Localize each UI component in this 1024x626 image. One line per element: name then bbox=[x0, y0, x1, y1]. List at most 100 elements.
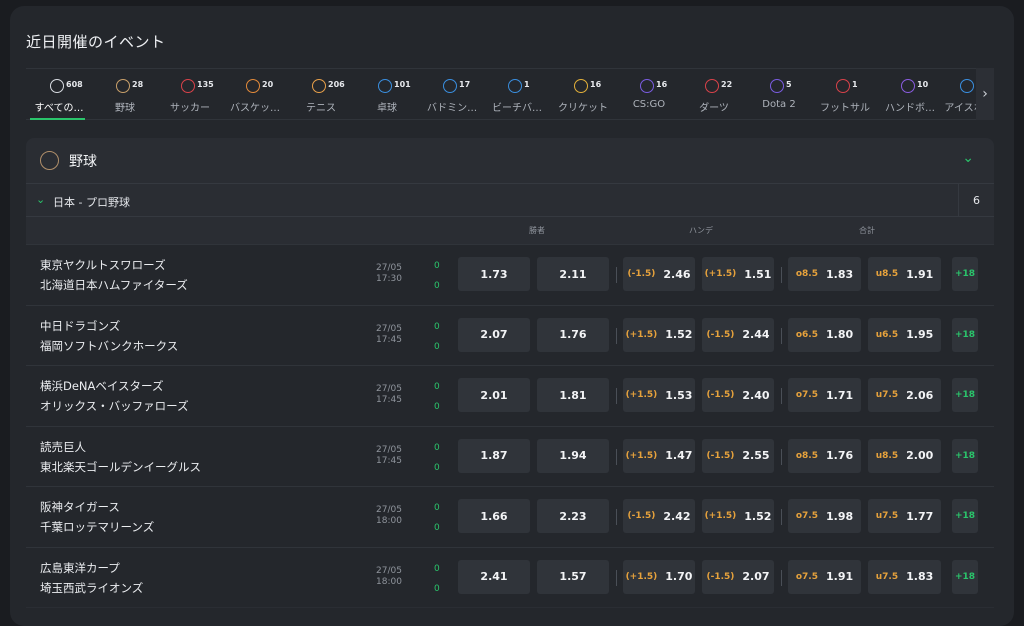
home-team[interactable]: 読売巨人 bbox=[40, 439, 86, 455]
tab-csgo[interactable]: 16 CS:GO bbox=[616, 69, 682, 120]
odds-home-win[interactable]: 1.87 bbox=[458, 438, 530, 473]
tab-beach-volleyball[interactable]: 1 ビーチバ… bbox=[484, 69, 550, 120]
odds-under[interactable]: u7.5 1.83 bbox=[868, 559, 941, 594]
total-odds: 1.91 bbox=[826, 570, 854, 583]
chevron-down-icon[interactable]: ⌄ bbox=[962, 150, 974, 166]
table-row: 阪神タイガース 千葉ロッテマリーンズ 27/05 18:00 0 0 1.66 2.23 (-1… bbox=[26, 486, 994, 547]
odds-under[interactable]: u6.5 1.95 bbox=[868, 317, 941, 352]
odds-over[interactable]: o8.5 1.83 bbox=[788, 257, 861, 291]
home-score: 0 bbox=[434, 563, 440, 574]
tab-label: テニス bbox=[306, 103, 336, 114]
tab-label: すべての… bbox=[34, 103, 84, 114]
tab-label: フットサル bbox=[820, 103, 870, 114]
handicap-line: (+1.5) bbox=[625, 390, 658, 400]
home-team[interactable]: 阪神タイガース bbox=[40, 499, 120, 515]
away-team[interactable]: 福岡ソフトバンクホークス bbox=[40, 338, 178, 354]
tab-basketball[interactable]: 20 バスケッ… bbox=[222, 69, 288, 120]
tab-baseball[interactable]: 28 野球 bbox=[92, 69, 158, 120]
odds-handicap-away[interactable]: (-1.5) 2.44 bbox=[702, 317, 774, 352]
more-markets-button[interactable]: +18 bbox=[952, 378, 978, 412]
ice-hockey-icon bbox=[960, 79, 974, 93]
more-markets-button[interactable]: +18 bbox=[952, 559, 978, 594]
tab-az[interactable]: 608 すべての… bbox=[26, 69, 92, 120]
tab-badminton[interactable]: 17 バドミン… bbox=[419, 69, 485, 120]
odds-home-win[interactable]: 1.73 bbox=[458, 257, 530, 291]
tab-table-tennis[interactable]: 101 卓球 bbox=[354, 69, 420, 120]
match-date: 27/05 bbox=[376, 384, 402, 394]
odds-over[interactable]: o7.5 1.91 bbox=[788, 559, 861, 594]
tab-soccer[interactable]: 135 サッカー bbox=[157, 69, 223, 120]
odds-under[interactable]: u7.5 2.06 bbox=[868, 378, 941, 412]
odds-handicap-home[interactable]: (+1.5) 1.47 bbox=[623, 438, 695, 473]
handicap-odds: 2.55 bbox=[742, 449, 770, 462]
home-team[interactable]: 横浜DeNAベイスターズ bbox=[40, 378, 163, 394]
away-team[interactable]: 東北楽天ゴールデンイーグルス bbox=[40, 459, 201, 475]
odds-over[interactable]: o7.5 1.98 bbox=[788, 499, 861, 533]
league-header[interactable]: ⌄ 日本 - プロ野球 6 bbox=[26, 183, 994, 217]
tab-label: 野球 bbox=[115, 103, 135, 114]
odds-home-win[interactable]: 2.01 bbox=[458, 378, 530, 412]
total-line: o6.5 bbox=[795, 329, 818, 340]
away-team[interactable]: 千葉ロッテマリーンズ bbox=[40, 519, 154, 535]
away-team[interactable]: 埼玉西武ライオンズ bbox=[40, 580, 143, 596]
odds-handicap-away[interactable]: (+1.5) 1.51 bbox=[702, 257, 774, 291]
tab-tennis[interactable]: 206 テニス bbox=[288, 69, 354, 120]
odds-handicap-away[interactable]: (-1.5) 2.40 bbox=[702, 378, 774, 412]
match-datetime: 27/05 17:45 bbox=[376, 384, 402, 406]
odds-handicap-home[interactable]: (-1.5) 2.42 bbox=[623, 499, 695, 533]
odds-away-win[interactable]: 1.57 bbox=[537, 559, 609, 594]
divider bbox=[616, 388, 617, 404]
odds-over[interactable]: o8.5 1.76 bbox=[788, 438, 861, 473]
odds-handicap-away[interactable]: (-1.5) 2.07 bbox=[702, 559, 774, 594]
league-count: 6 bbox=[958, 184, 994, 217]
tab-futsal[interactable]: 1 フットサル bbox=[812, 69, 878, 120]
home-team[interactable]: 東京ヤクルトスワローズ bbox=[40, 257, 166, 273]
tab-dota2[interactable]: 5 Dota 2 bbox=[746, 69, 812, 120]
home-team[interactable]: 広島東洋カープ bbox=[40, 560, 120, 576]
odds-handicap-home[interactable]: (+1.5) 1.53 bbox=[623, 378, 695, 412]
odds-away-win[interactable]: 1.94 bbox=[537, 438, 609, 473]
more-markets-button[interactable]: +18 bbox=[952, 257, 978, 291]
odds-home-win[interactable]: 2.41 bbox=[458, 559, 530, 594]
col-header-handicap: ハンデ bbox=[689, 226, 713, 235]
odds-under[interactable]: u7.5 1.77 bbox=[868, 499, 941, 533]
tab-darts[interactable]: 22 ダーツ bbox=[681, 69, 747, 120]
away-team[interactable]: 北海道日本ハムファイターズ bbox=[40, 277, 188, 293]
total-odds: 1.80 bbox=[826, 328, 854, 341]
handicap-line: (-1.5) bbox=[627, 511, 656, 521]
odds-away-win[interactable]: 1.81 bbox=[537, 378, 609, 412]
more-markets-button[interactable]: +18 bbox=[952, 499, 978, 533]
odds-handicap-away[interactable]: (+1.5) 1.52 bbox=[702, 499, 774, 533]
odds-under[interactable]: u8.5 1.91 bbox=[868, 257, 941, 291]
scroll-right-icon[interactable]: › bbox=[976, 68, 994, 120]
basketball-icon bbox=[246, 79, 260, 93]
divider bbox=[781, 267, 782, 283]
away-team[interactable]: オリックス・バッファローズ bbox=[40, 398, 189, 414]
odds-away-win[interactable]: 1.76 bbox=[537, 317, 609, 352]
divider bbox=[781, 388, 782, 404]
odds-handicap-home[interactable]: (+1.5) 1.52 bbox=[623, 317, 695, 352]
match-datetime: 27/05 17:30 bbox=[376, 263, 402, 285]
odds-over[interactable]: o7.5 1.71 bbox=[788, 378, 861, 412]
col-header-total: 合計 bbox=[859, 226, 875, 235]
odds-away-win[interactable]: 2.23 bbox=[537, 499, 609, 533]
odds-handicap-home[interactable]: (-1.5) 2.46 bbox=[623, 257, 695, 291]
odds-away-win[interactable]: 2.11 bbox=[537, 257, 609, 291]
odds-under[interactable]: u8.5 2.00 bbox=[868, 438, 941, 473]
odds-over[interactable]: o6.5 1.80 bbox=[788, 317, 861, 352]
odds-handicap-home[interactable]: (+1.5) 1.70 bbox=[623, 559, 695, 594]
section-header[interactable]: 野球 ⌄ bbox=[26, 138, 994, 182]
more-markets-button[interactable]: +18 bbox=[952, 317, 978, 352]
odds-home-win[interactable]: 1.66 bbox=[458, 499, 530, 533]
tab-label: Dota 2 bbox=[762, 99, 796, 110]
tab-cricket[interactable]: 16 クリケット bbox=[550, 69, 616, 120]
home-team[interactable]: 中日ドラゴンズ bbox=[40, 318, 120, 334]
tab-label: クリケット bbox=[558, 103, 608, 114]
tab-handball[interactable]: 10 ハンドボ… bbox=[877, 69, 943, 120]
divider bbox=[781, 569, 782, 586]
odds-home-win[interactable]: 2.07 bbox=[458, 317, 530, 352]
total-odds: 1.83 bbox=[906, 570, 934, 583]
more-markets-button[interactable]: +18 bbox=[952, 438, 978, 473]
odds-handicap-away[interactable]: (-1.5) 2.55 bbox=[702, 438, 774, 473]
page-title: 近日開催のイベント bbox=[26, 33, 166, 51]
